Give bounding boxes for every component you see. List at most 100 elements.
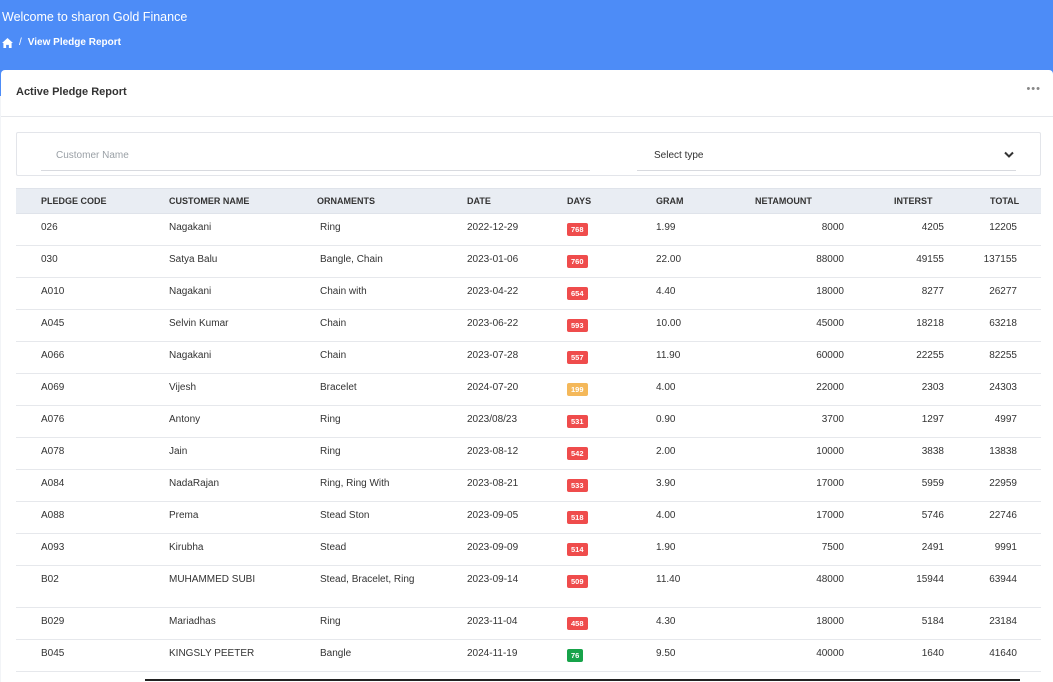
- ornaments-cell: Ring: [292, 213, 442, 246]
- card-divider: [1, 116, 1053, 117]
- interest-cell: 1640: [849, 639, 946, 672]
- gram-cell: 4.00: [631, 373, 711, 406]
- days-badge: 458: [567, 617, 588, 630]
- days-cell: 542: [552, 437, 631, 470]
- gram-cell: 4.40: [631, 277, 711, 310]
- days-cell: 518: [552, 501, 631, 534]
- breadcrumb-separator: /: [19, 37, 22, 48]
- customer-name-cell: NadaRajan: [144, 469, 292, 502]
- date-cell: 2024-11-19: [442, 639, 552, 672]
- interest-cell: 49155: [849, 245, 946, 278]
- col-days[interactable]: DAYS: [552, 188, 631, 214]
- table-row[interactable]: A088 Prema Stead Ston 2023-09-05 518 4.00 1700…: [16, 501, 1041, 534]
- col-customer-name[interactable]: CUSTOMER NAME: [144, 188, 292, 214]
- table-row[interactable]: A066 Nagakani Chain 2023-07-28 557 11.90 60000…: [16, 341, 1041, 374]
- total-cell: 12205: [946, 213, 1041, 246]
- date-cell: 2023-08-21: [442, 469, 552, 502]
- ornaments-cell: Ring: [292, 405, 442, 438]
- report-card: Active Pledge Report ••• Select type PLE…: [1, 70, 1053, 682]
- customer-name-input[interactable]: [41, 141, 590, 171]
- pledge-code-cell: A045: [16, 309, 144, 342]
- netamount-cell: 45000: [711, 309, 849, 342]
- pledge-code-cell: A084: [16, 469, 144, 502]
- netamount-cell: 17000: [711, 501, 849, 534]
- customer-name-cell: Prema: [144, 501, 292, 534]
- type-select[interactable]: Select type: [637, 141, 1016, 171]
- table-row[interactable]: 030 Satya Balu Bangle, Chain 2023-01-06 760 2…: [16, 245, 1041, 278]
- interest-cell: 8277: [849, 277, 946, 310]
- interest-cell: 5184: [849, 607, 946, 640]
- total-cell: 22746: [946, 501, 1041, 534]
- table-row[interactable]: A045 Selvin Kumar Chain 2023-06-22 593 10.00 4…: [16, 309, 1041, 342]
- total-cell: 41640: [946, 639, 1041, 672]
- pledge-code-cell: A076: [16, 405, 144, 438]
- days-cell: 593: [552, 309, 631, 342]
- table-row[interactable]: B045 KINGSLY PEETER Bangle 2024-11-19 76 9.50…: [16, 639, 1041, 672]
- chevron-down-icon: [1004, 151, 1014, 158]
- table-row[interactable]: A069 Vijesh Bracelet 2024-07-20 199 4.00 22000…: [16, 373, 1041, 406]
- breadcrumb-current: View Pledge Report: [27, 37, 121, 48]
- days-badge: 531: [567, 415, 588, 428]
- ornaments-cell: Chain: [292, 341, 442, 374]
- col-date[interactable]: DATE: [442, 188, 552, 214]
- ornaments-cell: Chain: [292, 309, 442, 342]
- table-row[interactable]: A010 Nagakani Chain with 2023-04-22 654 4.40 1…: [16, 277, 1041, 310]
- table-row[interactable]: A076 Antony Ring 2023/08/23 531 0.90 3700 1297 4…: [16, 405, 1041, 438]
- days-badge: 654: [567, 287, 588, 300]
- days-badge: 514: [567, 543, 588, 556]
- table-row[interactable]: A093 Kirubha Stead 2023-09-09 514 1.90 7500 249…: [16, 533, 1041, 566]
- col-pledge-code[interactable]: PLEDGE CODE: [16, 188, 144, 214]
- col-netamount[interactable]: NETAMOUNT: [711, 188, 849, 214]
- scrollbar[interactable]: [145, 679, 1020, 681]
- interest-cell: 18218: [849, 309, 946, 342]
- date-cell: 2023/08/23: [442, 405, 552, 438]
- date-cell: 2023-04-22: [442, 277, 552, 310]
- ornaments-cell: Bangle: [292, 639, 442, 672]
- netamount-cell: 48000: [711, 565, 849, 608]
- total-cell: 23184: [946, 607, 1041, 640]
- ornaments-cell: Bangle, Chain: [292, 245, 442, 278]
- ornaments-cell: Ring, Ring With: [292, 469, 442, 502]
- pledge-code-cell: B029: [16, 607, 144, 640]
- table-row[interactable]: A078 Jain Ring 2023-08-12 542 2.00 10000 3838 13…: [16, 437, 1041, 470]
- pledge-code-cell: A066: [16, 341, 144, 374]
- ornaments-cell: Stead Ston: [292, 501, 442, 534]
- pledge-code-cell: A010: [16, 277, 144, 310]
- date-cell: 2023-09-05: [442, 501, 552, 534]
- netamount-cell: 7500: [711, 533, 849, 566]
- interest-cell: 5959: [849, 469, 946, 502]
- days-cell: 76: [552, 639, 631, 672]
- customer-name-cell: Antony: [144, 405, 292, 438]
- home-icon[interactable]: [2, 37, 13, 48]
- col-total[interactable]: TOTAL: [946, 188, 1041, 214]
- days-badge: 518: [567, 511, 588, 524]
- ornaments-cell: Chain with: [292, 277, 442, 310]
- col-ornaments[interactable]: ORNAMENTS: [292, 188, 442, 214]
- interest-cell: 15944: [849, 565, 946, 608]
- interest-cell: 2303: [849, 373, 946, 406]
- col-gram[interactable]: GRAM: [631, 188, 711, 214]
- customer-name-cell: Mariadhas: [144, 607, 292, 640]
- table-row[interactable]: B029 Mariadhas Ring 2023-11-04 458 4.30 18000 5…: [16, 607, 1041, 640]
- total-cell: 24303: [946, 373, 1041, 406]
- table-row[interactable]: 026 Nagakani Ring 2022-12-29 768 1.99 8000 4205…: [16, 213, 1041, 246]
- netamount-cell: 22000: [711, 373, 849, 406]
- col-interest[interactable]: INTERST: [849, 188, 946, 214]
- pledge-code-cell: A088: [16, 501, 144, 534]
- gram-cell: 1.99: [631, 213, 711, 246]
- table-row[interactable]: A084 NadaRajan Ring, Ring With 2023-08-21 53…: [16, 469, 1041, 502]
- date-cell: 2023-08-12: [442, 437, 552, 470]
- welcome-text: Welcome to sharon Gold Finance: [2, 10, 188, 24]
- more-options-icon[interactable]: •••: [1026, 83, 1041, 95]
- ornaments-cell: Bracelet: [292, 373, 442, 406]
- date-cell: 2023-07-28: [442, 341, 552, 374]
- gram-cell: 9.50: [631, 639, 711, 672]
- date-cell: 2024-07-20: [442, 373, 552, 406]
- customer-name-cell: KINGSLY PEETER: [144, 639, 292, 672]
- table-row[interactable]: B02 MUHAMMED SUBI Stead, Bracelet, Ring 202…: [16, 565, 1041, 608]
- pledge-code-cell: 026: [16, 213, 144, 246]
- netamount-cell: 60000: [711, 341, 849, 374]
- table-header: PLEDGE CODE CUSTOMER NAME ORNAMENTS DATE…: [16, 188, 1041, 214]
- pledge-code-cell: A069: [16, 373, 144, 406]
- gram-cell: 22.00: [631, 245, 711, 278]
